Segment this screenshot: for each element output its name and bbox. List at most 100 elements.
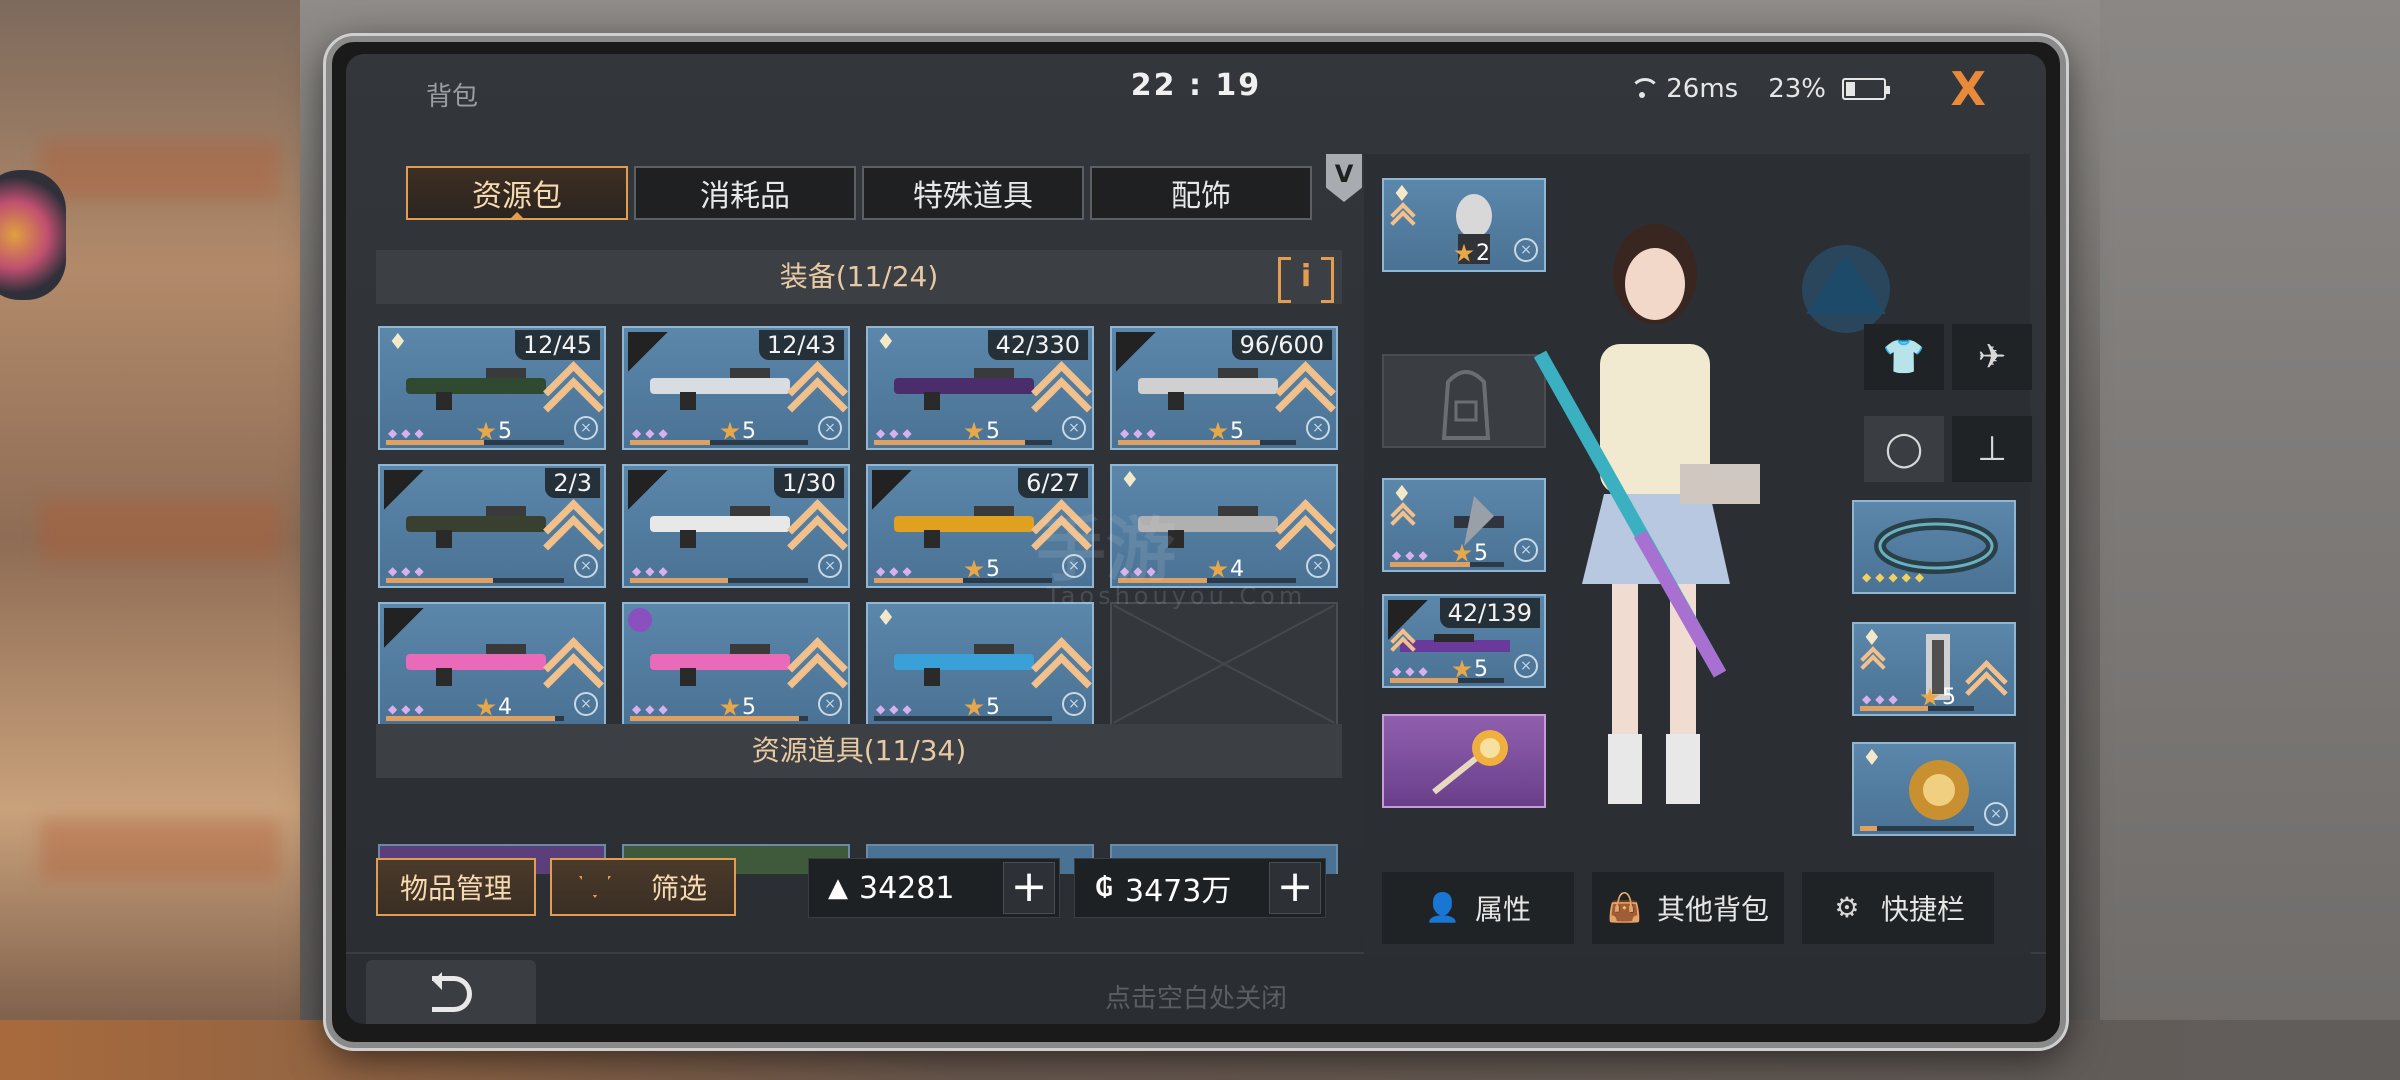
add-tokens-button[interactable]: + xyxy=(1003,862,1055,914)
equipment-item-card[interactable]: 12/43 ◆◆◆ 5 × xyxy=(622,326,850,450)
info-button[interactable]: i xyxy=(1278,257,1334,303)
turret-button[interactable]: ⊥ xyxy=(1952,416,2032,482)
rank-chevron-icon xyxy=(548,502,592,542)
lock-icon: × xyxy=(818,692,842,716)
ring-icon: ◯ xyxy=(1884,429,1924,469)
filter-button[interactable]: 筛选 xyxy=(550,858,736,916)
ring-slot[interactable]: ◯ xyxy=(1864,416,1944,482)
side-weapon-slot[interactable]: ◆◆◆ 5 xyxy=(1852,622,2016,716)
empty-item-slot[interactable] xyxy=(1110,602,1338,726)
floating-app-icon[interactable] xyxy=(0,170,66,300)
quickbar-label: 快捷栏 xyxy=(1880,893,1965,926)
rarity-dots: ◆◆◆◆◆ xyxy=(1862,570,1929,584)
equipment-item-card[interactable]: 12/45◆◆◆5× xyxy=(378,326,606,450)
watermark: 手游 xyxy=(1036,509,1176,591)
durability-bar xyxy=(1860,706,1974,711)
quickbar-button[interactable]: ⚙ 快捷栏 xyxy=(1802,872,1994,944)
weapon-image xyxy=(650,506,790,548)
tab-resource-pack[interactable]: 资源包 xyxy=(406,166,628,220)
rank-chevron-icon xyxy=(1390,510,1416,530)
lock-icon: × xyxy=(818,554,842,578)
turret-icon: ⊥ xyxy=(1977,429,2007,469)
durability-bar xyxy=(386,716,564,721)
rarity-dots: ◆◆◆ xyxy=(1392,548,1432,562)
lock-icon: × xyxy=(574,416,598,440)
equipment-item-card[interactable]: 96/600 ◆◆◆ 5 × xyxy=(1110,326,1338,450)
rank-chevron-icon xyxy=(1390,636,1416,656)
status-bar: 背包 22 : 19 26ms 23% X xyxy=(346,54,2046,124)
add-gold-button[interactable]: + xyxy=(1269,862,1321,914)
rarity-dots: ◆◆◆ xyxy=(632,702,672,716)
rank-chevron-icon xyxy=(792,502,836,542)
bag-icon: 👜 xyxy=(1606,891,1642,924)
durability-bar xyxy=(1390,562,1504,567)
tab-bar: 资源包 消耗品 特殊道具 配饰 xyxy=(406,166,1312,220)
battery-icon xyxy=(1842,78,1890,100)
bracelet-slot[interactable]: ◆◆◆◆◆ xyxy=(1852,500,2016,594)
weapon-image xyxy=(1138,368,1278,410)
backpack-icon xyxy=(1441,370,1491,440)
rarity-dots: ◆◆◆ xyxy=(388,564,428,578)
durability-bar xyxy=(1390,678,1504,683)
rank-chevron-icon xyxy=(1390,210,1416,230)
quality-diamond-icon xyxy=(384,330,414,358)
token-amount: 34281 xyxy=(859,870,955,906)
lollipop-weapon-image xyxy=(1432,730,1508,795)
equipment-item-card[interactable]: 42/330◆◆◆5× xyxy=(866,326,1094,450)
other-backpack-button[interactable]: 👜 其他背包 xyxy=(1592,872,1784,944)
tab-consumables[interactable]: 消耗品 xyxy=(634,166,856,220)
quality-shield-icon xyxy=(628,608,652,632)
item-manage-button[interactable]: 物品管理 xyxy=(376,858,536,916)
tab-special-items[interactable]: 特殊道具 xyxy=(862,166,1084,220)
network-status: 26ms 23% xyxy=(1628,74,1890,104)
device-frame: 背包 22 : 19 26ms 23% X 资源包 消耗品 特殊道具 配饰 V … xyxy=(326,36,2066,1048)
equipment-item-card[interactable]: 2/3 ◆◆◆ × xyxy=(378,464,606,588)
durability-bar xyxy=(1860,826,1974,831)
close-hint: 点击空白处关闭 xyxy=(1104,984,1287,1014)
currency-tokens: ▲ 34281 + xyxy=(808,858,1060,918)
close-button[interactable]: X xyxy=(1951,66,1986,112)
rank-chevron-icon xyxy=(1036,640,1080,680)
outfit-button[interactable]: 👕 xyxy=(1864,324,1944,390)
equipment-item-card[interactable]: ◆◆◆4× xyxy=(378,602,606,726)
character-model xyxy=(1520,204,1790,824)
gold-coin-icon: ₲ xyxy=(1094,873,1114,903)
filter-icon xyxy=(578,876,611,898)
backpack-panel: 背包 22 : 19 26ms 23% X 资源包 消耗品 特殊道具 配饰 V … xyxy=(346,54,2046,1024)
drone-icon: ✈ xyxy=(1977,337,2007,377)
rarity-dots: ◆◆◆ xyxy=(876,702,916,716)
ammo-count: 42/330 xyxy=(987,330,1088,360)
emblem-slot[interactable]: × xyxy=(1852,742,2016,836)
weapon-image xyxy=(406,506,546,548)
rank-chevron-icon xyxy=(1280,364,1324,404)
quality-diamond-icon xyxy=(1116,468,1146,496)
ammo-count: 2/3 xyxy=(545,468,600,498)
equipment-item-card[interactable]: 1/30 ◆◆◆ × xyxy=(622,464,850,588)
quality-diamond-icon xyxy=(872,606,902,634)
ammo-count: 12/43 xyxy=(758,330,844,360)
shirt-icon: 👕 xyxy=(1882,337,1926,377)
rarity-dots: ◆◆◆ xyxy=(1392,664,1432,678)
equipment-item-card[interactable]: ◆◆◆5× xyxy=(866,602,1094,726)
drone-button[interactable]: ✈ xyxy=(1952,324,2032,390)
gold-amount: 3473万 xyxy=(1125,874,1232,909)
tab-accessories[interactable]: 配饰 xyxy=(1090,166,1312,220)
equipment-grid: 12/45◆◆◆5×12/43◆◆◆5×42/330◆◆◆5×96/600◆◆◆… xyxy=(378,326,1338,726)
durability-bar xyxy=(630,578,808,583)
durability-bar xyxy=(630,440,808,445)
lock-icon: × xyxy=(818,416,842,440)
rarity-dots: ◆◆◆ xyxy=(1862,692,1902,706)
currency-gold: ₲ 3473万 + xyxy=(1074,858,1326,918)
vip-badge-icon[interactable]: V xyxy=(1326,154,1362,202)
resources-header: 资源道具(11/34) xyxy=(376,724,1342,778)
attributes-button[interactable]: 👤 属性 xyxy=(1382,872,1574,944)
ping-value: 26ms xyxy=(1666,74,1739,104)
quality-diamond-icon xyxy=(1858,746,1888,774)
lock-icon: × xyxy=(1062,416,1086,440)
lock-icon: × xyxy=(574,692,598,716)
ammo-count: 96/600 xyxy=(1231,330,1332,360)
rarity-dots: ◆◆◆ xyxy=(388,702,428,716)
equipment-item-card[interactable]: ◆◆◆5× xyxy=(622,602,850,726)
rarity-dots: ◆◆◆ xyxy=(876,426,916,440)
durability-bar xyxy=(386,440,564,445)
